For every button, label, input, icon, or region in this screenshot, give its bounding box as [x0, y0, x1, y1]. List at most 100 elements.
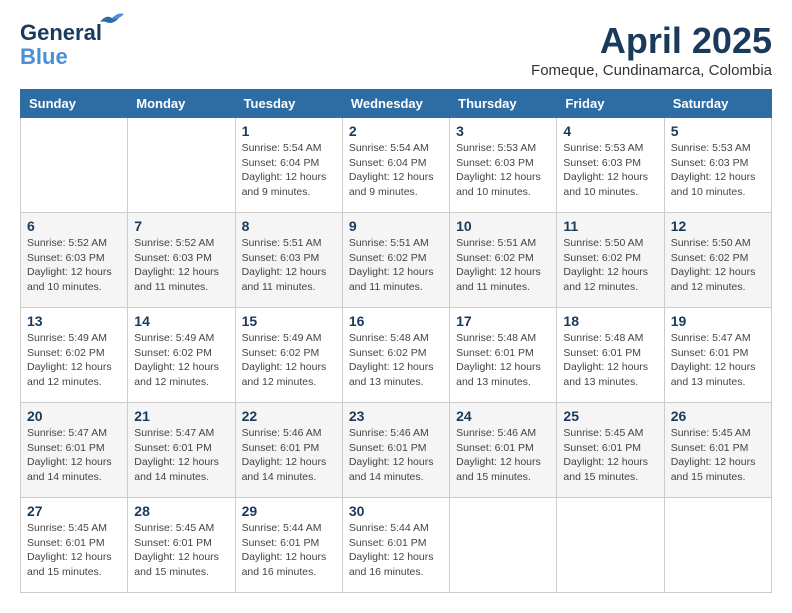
calendar-cell: 16 Sunrise: 5:48 AM Sunset: 6:02 PM Dayli…: [342, 308, 449, 403]
calendar-cell: 15 Sunrise: 5:49 AM Sunset: 6:02 PM Dayli…: [235, 308, 342, 403]
logo-bird-icon: [98, 12, 124, 32]
day-info: Sunrise: 5:47 AM Sunset: 6:01 PM Dayligh…: [671, 331, 765, 390]
weekday-header-thursday: Thursday: [450, 90, 557, 118]
day-info: Sunrise: 5:51 AM Sunset: 6:02 PM Dayligh…: [456, 236, 550, 295]
day-number: 17: [456, 313, 550, 329]
calendar-cell: [664, 498, 771, 593]
weekday-header-monday: Monday: [128, 90, 235, 118]
calendar-week-row: 6 Sunrise: 5:52 AM Sunset: 6:03 PM Daylig…: [21, 213, 772, 308]
calendar-cell: 8 Sunrise: 5:51 AM Sunset: 6:03 PM Daylig…: [235, 213, 342, 308]
day-info: Sunrise: 5:49 AM Sunset: 6:02 PM Dayligh…: [134, 331, 228, 390]
calendar-cell: 13 Sunrise: 5:49 AM Sunset: 6:02 PM Dayli…: [21, 308, 128, 403]
calendar-cell: 29 Sunrise: 5:44 AM Sunset: 6:01 PM Dayli…: [235, 498, 342, 593]
calendar-cell: 5 Sunrise: 5:53 AM Sunset: 6:03 PM Daylig…: [664, 118, 771, 213]
day-info: Sunrise: 5:48 AM Sunset: 6:02 PM Dayligh…: [349, 331, 443, 390]
logo-text-blue: Blue: [20, 44, 68, 70]
day-info: Sunrise: 5:47 AM Sunset: 6:01 PM Dayligh…: [27, 426, 121, 485]
calendar-cell: 28 Sunrise: 5:45 AM Sunset: 6:01 PM Dayli…: [128, 498, 235, 593]
day-info: Sunrise: 5:53 AM Sunset: 6:03 PM Dayligh…: [671, 141, 765, 200]
calendar-cell: 4Sunrise: 5:53 AM Sunset: 6:03 PM Daylig…: [557, 118, 664, 213]
day-number: 2: [349, 123, 443, 139]
day-number: 28: [134, 503, 228, 519]
day-info: Sunrise: 5:53 AM Sunset: 6:03 PM Dayligh…: [456, 141, 550, 200]
day-number: 23: [349, 408, 443, 424]
calendar-cell: 3Sunrise: 5:53 AM Sunset: 6:03 PM Daylig…: [450, 118, 557, 213]
day-info: Sunrise: 5:46 AM Sunset: 6:01 PM Dayligh…: [456, 426, 550, 485]
calendar-week-row: 1 Sunrise: 5:54 AM Sunset: 6:04 PM Daylig…: [21, 118, 772, 213]
day-info: Sunrise: 5:51 AM Sunset: 6:03 PM Dayligh…: [242, 236, 336, 295]
calendar-cell: 1 Sunrise: 5:54 AM Sunset: 6:04 PM Daylig…: [235, 118, 342, 213]
day-info: Sunrise: 5:51 AM Sunset: 6:02 PM Dayligh…: [349, 236, 443, 295]
day-number: 30: [349, 503, 443, 519]
day-info: Sunrise: 5:48 AM Sunset: 6:01 PM Dayligh…: [456, 331, 550, 390]
day-info: Sunrise: 5:46 AM Sunset: 6:01 PM Dayligh…: [242, 426, 336, 485]
day-number: 5: [671, 123, 765, 139]
day-number: 15: [242, 313, 336, 329]
calendar-cell: 9 Sunrise: 5:51 AM Sunset: 6:02 PM Daylig…: [342, 213, 449, 308]
weekday-header-wednesday: Wednesday: [342, 90, 449, 118]
weekday-header-friday: Friday: [557, 90, 664, 118]
day-info: Sunrise: 5:50 AM Sunset: 6:02 PM Dayligh…: [563, 236, 657, 295]
day-info: Sunrise: 5:45 AM Sunset: 6:01 PM Dayligh…: [563, 426, 657, 485]
calendar-table: SundayMondayTuesdayWednesdayThursdayFrid…: [20, 89, 772, 593]
day-info: Sunrise: 5:54 AM Sunset: 6:04 PM Dayligh…: [242, 141, 336, 200]
logo: General Blue: [20, 20, 102, 70]
day-info: Sunrise: 5:50 AM Sunset: 6:02 PM Dayligh…: [671, 236, 765, 295]
day-info: Sunrise: 5:48 AM Sunset: 6:01 PM Dayligh…: [563, 331, 657, 390]
calendar-cell: 26 Sunrise: 5:45 AM Sunset: 6:01 PM Dayli…: [664, 403, 771, 498]
day-number: 7: [134, 218, 228, 234]
calendar-cell: 17 Sunrise: 5:48 AM Sunset: 6:01 PM Dayli…: [450, 308, 557, 403]
day-number: 26: [671, 408, 765, 424]
calendar-week-row: 27 Sunrise: 5:45 AM Sunset: 6:01 PM Dayli…: [21, 498, 772, 593]
calendar-cell: 10Sunrise: 5:51 AM Sunset: 6:02 PM Dayli…: [450, 213, 557, 308]
day-number: 24: [456, 408, 550, 424]
day-info: Sunrise: 5:45 AM Sunset: 6:01 PM Dayligh…: [134, 521, 228, 580]
day-number: 22: [242, 408, 336, 424]
calendar-cell: 25 Sunrise: 5:45 AM Sunset: 6:01 PM Dayli…: [557, 403, 664, 498]
location-subtitle: Fomeque, Cundinamarca, Colombia: [531, 62, 772, 79]
calendar-cell: 24 Sunrise: 5:46 AM Sunset: 6:01 PM Dayli…: [450, 403, 557, 498]
calendar-cell: 19 Sunrise: 5:47 AM Sunset: 6:01 PM Dayli…: [664, 308, 771, 403]
day-number: 4: [563, 123, 657, 139]
month-year-title: April 2025: [531, 20, 772, 62]
calendar-cell: 2Sunrise: 5:54 AM Sunset: 6:04 PM Daylig…: [342, 118, 449, 213]
calendar-cell: 22 Sunrise: 5:46 AM Sunset: 6:01 PM Dayli…: [235, 403, 342, 498]
day-info: Sunrise: 5:52 AM Sunset: 6:03 PM Dayligh…: [134, 236, 228, 295]
day-number: 20: [27, 408, 121, 424]
weekday-header-row: SundayMondayTuesdayWednesdayThursdayFrid…: [21, 90, 772, 118]
calendar-cell: [557, 498, 664, 593]
weekday-header-tuesday: Tuesday: [235, 90, 342, 118]
day-info: Sunrise: 5:44 AM Sunset: 6:01 PM Dayligh…: [349, 521, 443, 580]
day-info: Sunrise: 5:49 AM Sunset: 6:02 PM Dayligh…: [242, 331, 336, 390]
calendar-cell: [128, 118, 235, 213]
day-number: 29: [242, 503, 336, 519]
calendar-cell: 11 Sunrise: 5:50 AM Sunset: 6:02 PM Dayli…: [557, 213, 664, 308]
calendar-cell: 27 Sunrise: 5:45 AM Sunset: 6:01 PM Dayli…: [21, 498, 128, 593]
calendar-cell: 30 Sunrise: 5:44 AM Sunset: 6:01 PM Dayli…: [342, 498, 449, 593]
day-number: 6: [27, 218, 121, 234]
day-info: Sunrise: 5:49 AM Sunset: 6:02 PM Dayligh…: [27, 331, 121, 390]
calendar-cell: 21Sunrise: 5:47 AM Sunset: 6:01 PM Dayli…: [128, 403, 235, 498]
day-number: 9: [349, 218, 443, 234]
calendar-cell: [450, 498, 557, 593]
calendar-cell: 18Sunrise: 5:48 AM Sunset: 6:01 PM Dayli…: [557, 308, 664, 403]
day-info: Sunrise: 5:45 AM Sunset: 6:01 PM Dayligh…: [671, 426, 765, 485]
calendar-title-area: April 2025 Fomeque, Cundinamarca, Colomb…: [531, 20, 772, 79]
day-number: 27: [27, 503, 121, 519]
calendar-week-row: 20 Sunrise: 5:47 AM Sunset: 6:01 PM Dayli…: [21, 403, 772, 498]
day-number: 1: [242, 123, 336, 139]
day-number: 14: [134, 313, 228, 329]
calendar-cell: 20 Sunrise: 5:47 AM Sunset: 6:01 PM Dayli…: [21, 403, 128, 498]
day-number: 21: [134, 408, 228, 424]
day-number: 13: [27, 313, 121, 329]
calendar-cell: 6Sunrise: 5:52 AM Sunset: 6:03 PM Daylig…: [21, 213, 128, 308]
calendar-week-row: 13 Sunrise: 5:49 AM Sunset: 6:02 PM Dayli…: [21, 308, 772, 403]
day-number: 25: [563, 408, 657, 424]
weekday-header-saturday: Saturday: [664, 90, 771, 118]
day-number: 19: [671, 313, 765, 329]
day-info: Sunrise: 5:44 AM Sunset: 6:01 PM Dayligh…: [242, 521, 336, 580]
day-number: 11: [563, 218, 657, 234]
day-number: 8: [242, 218, 336, 234]
day-info: Sunrise: 5:45 AM Sunset: 6:01 PM Dayligh…: [27, 521, 121, 580]
day-number: 16: [349, 313, 443, 329]
